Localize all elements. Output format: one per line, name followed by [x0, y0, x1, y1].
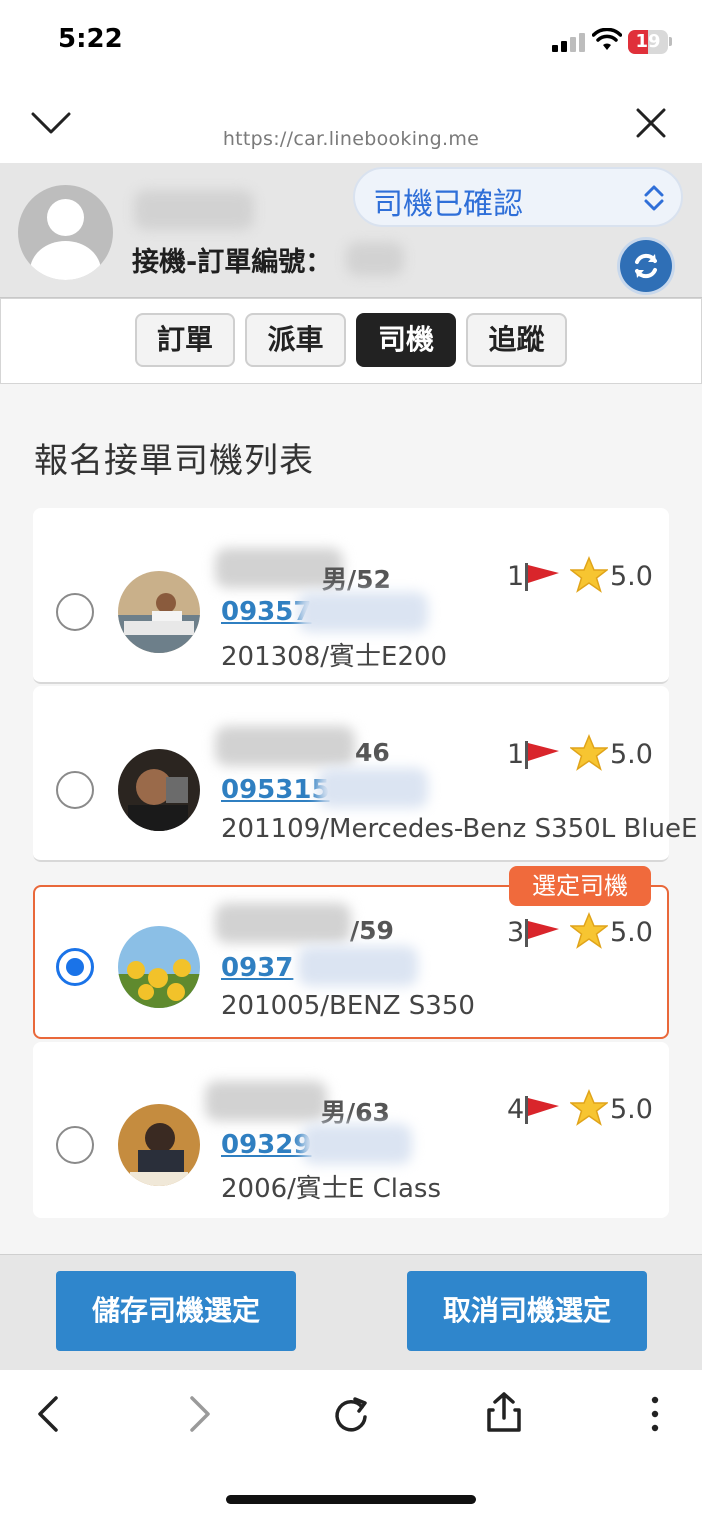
- refresh-button[interactable]: [620, 240, 672, 292]
- battery-level: 19: [635, 31, 661, 52]
- section-title: 報名接單司機列表: [34, 441, 314, 481]
- refresh-icon: [635, 253, 657, 279]
- star-icon: [570, 1089, 608, 1126]
- driver-phone-blur-2: [318, 768, 428, 808]
- more-icon[interactable]: [645, 1394, 665, 1434]
- flag-icon: [525, 919, 559, 947]
- driver-radio-1[interactable]: [56, 593, 94, 631]
- driver-car-4: 2006/賓士E Class: [221, 1174, 442, 1204]
- driver-name-blur-2: [215, 726, 355, 766]
- driver-photo-2: [118, 749, 200, 831]
- tab-order[interactable]: 訂單: [135, 313, 235, 367]
- order-number-blurred: [346, 242, 404, 276]
- driver-rating-2: 5.0: [610, 739, 653, 770]
- save-driver-button[interactable]: 儲存司機選定: [56, 1271, 296, 1351]
- driver-rating-4: 5.0: [610, 1094, 653, 1125]
- wifi-icon: [592, 28, 622, 50]
- driver-rating-1: 5.0: [610, 561, 653, 592]
- driver-radio-2[interactable]: [56, 771, 94, 809]
- share-icon[interactable]: [485, 1390, 523, 1434]
- driver-name-2: 46: [355, 738, 390, 767]
- driver-name-3: /59: [350, 916, 394, 945]
- star-icon: [570, 556, 608, 593]
- driver-photo-1: [118, 571, 200, 653]
- reload-icon[interactable]: [331, 1393, 371, 1435]
- back-icon[interactable]: [34, 1394, 62, 1434]
- driver-radio-3[interactable]: [56, 948, 94, 986]
- star-icon: [570, 912, 608, 949]
- star-icon: [570, 734, 608, 771]
- tab-driver[interactable]: 司機: [356, 313, 456, 367]
- driver-phone-4[interactable]: 09329: [221, 1130, 311, 1160]
- driver-phone-3[interactable]: 0937: [221, 953, 293, 983]
- tab-tracking[interactable]: 追蹤: [466, 313, 567, 367]
- flag-icon: [525, 563, 559, 591]
- home-indicator: [226, 1495, 476, 1504]
- order-number-label: 接機-訂單編號：: [132, 247, 333, 278]
- status-time: 5:22: [58, 24, 123, 54]
- driver-car-3: 201005/BENZ S350: [221, 991, 475, 1021]
- driver-count-1: 1: [507, 561, 525, 592]
- cancel-driver-button[interactable]: 取消司機選定: [407, 1271, 647, 1351]
- driver-rating-3: 5.0: [610, 917, 653, 948]
- driver-name-1: 男/52: [322, 565, 391, 594]
- url-bar[interactable]: https://car.linebooking.me: [0, 128, 702, 150]
- driver-count-3: 3: [507, 917, 525, 948]
- driver-photo-3: [118, 926, 200, 1008]
- driver-phone-blur-3: [298, 946, 418, 986]
- selected-driver-badge: 選定司機: [509, 866, 651, 906]
- customer-avatar: [18, 185, 113, 280]
- battery-icon: 19: [628, 30, 668, 54]
- driver-name-blur-3: [215, 903, 351, 943]
- customer-name-blurred: [134, 190, 254, 230]
- flag-icon: [525, 741, 559, 769]
- signal-icon: [552, 32, 586, 52]
- driver-phone-blur-4: [302, 1124, 412, 1164]
- driver-radio-4[interactable]: [56, 1126, 94, 1164]
- driver-car-2: 201109/Mercedes-Benz S350L BlueE: [221, 814, 698, 844]
- driver-phone-2[interactable]: 095315: [221, 775, 330, 805]
- driver-car-1: 201308/賓士E200: [221, 642, 448, 672]
- order-status-value: 司機已確認: [373, 187, 523, 222]
- select-chevrons-icon: [644, 185, 664, 211]
- driver-count-2: 1: [507, 739, 525, 770]
- flag-icon: [525, 1096, 559, 1124]
- order-status-select[interactable]: 司機已確認: [353, 167, 683, 227]
- driver-phone-blur-1: [298, 592, 428, 632]
- tab-bar: [0, 298, 702, 384]
- forward-icon[interactable]: [186, 1394, 214, 1434]
- driver-count-4: 4: [507, 1094, 525, 1125]
- driver-name-blur-4: [205, 1081, 327, 1121]
- driver-photo-4: [118, 1104, 200, 1186]
- battery-tip: [669, 37, 672, 46]
- tab-dispatch[interactable]: 派車: [245, 313, 346, 367]
